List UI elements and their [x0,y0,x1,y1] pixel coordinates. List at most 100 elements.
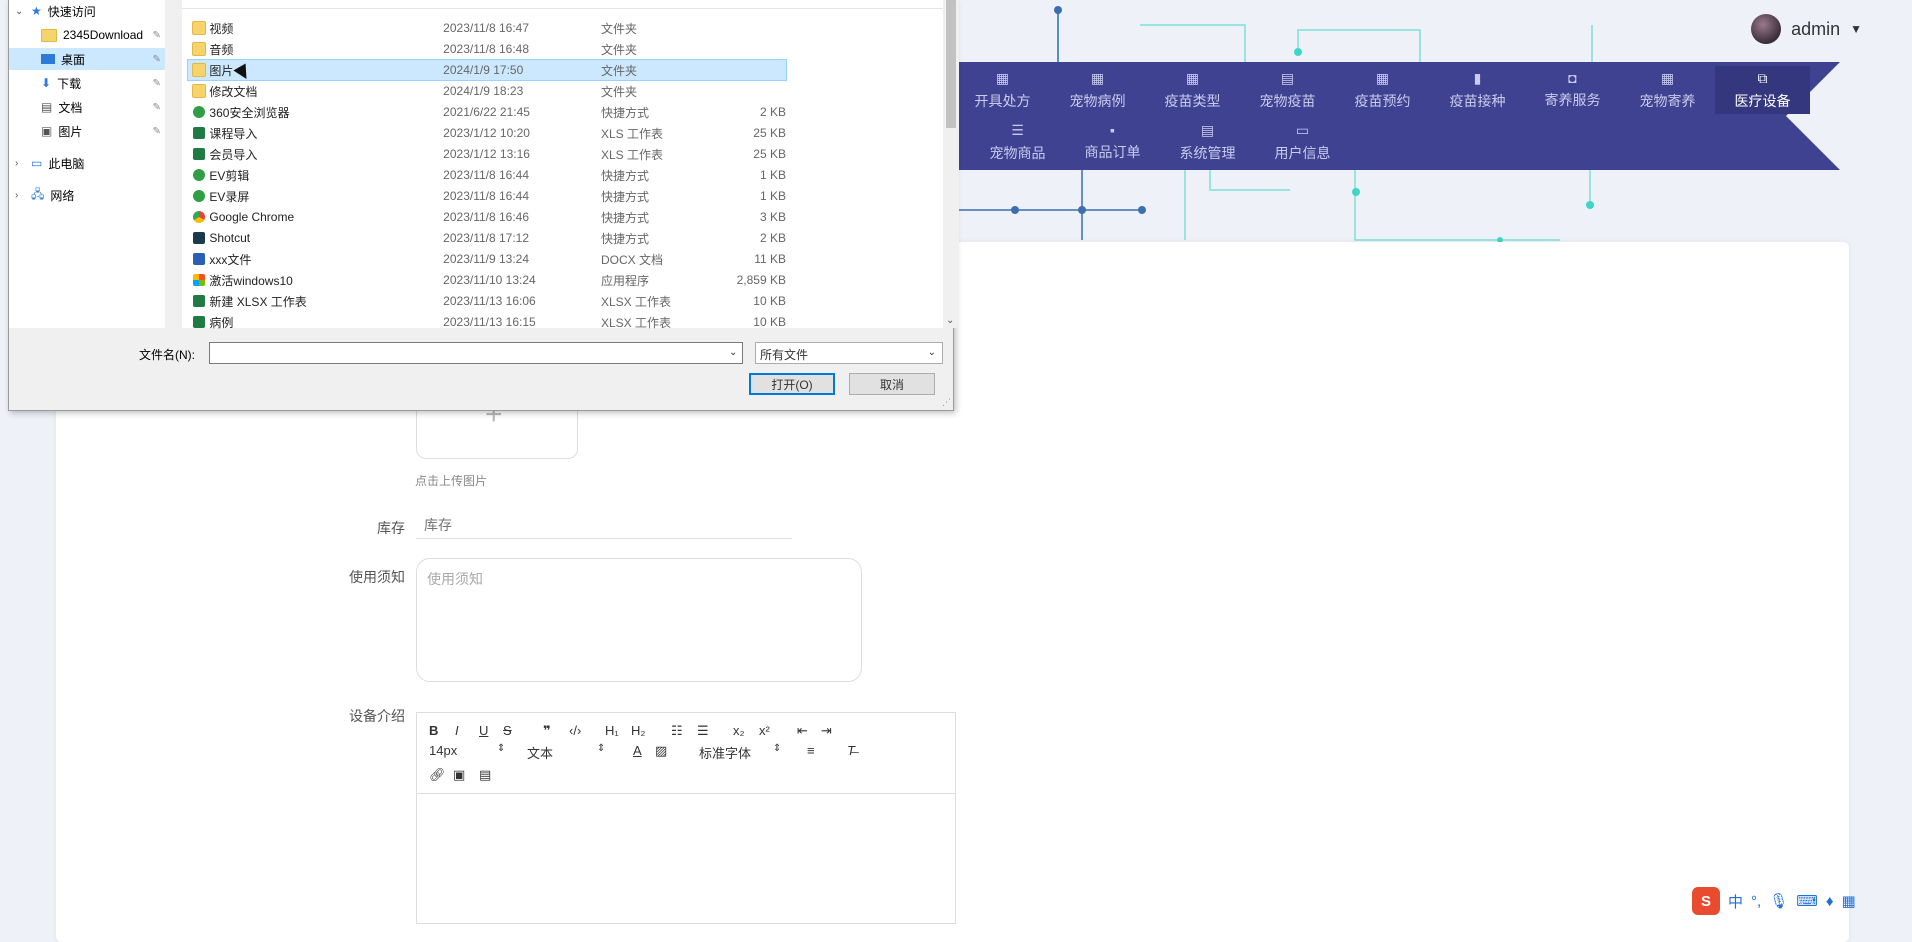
bold-icon[interactable]: B [429,723,438,738]
tree-downloads[interactable]: ⬇ 下载 ✎ [9,72,165,94]
file-size: 10 KB [753,315,786,329]
nav-item-medical-equipment[interactable]: ⧉ 医疗设备 [1715,66,1810,114]
align-icon[interactable]: ≡ [807,743,815,758]
scroll-down-icon[interactable]: ⌄ [946,315,954,326]
file-type-filter[interactable]: 所有文件 ⌄ [755,342,943,364]
font-size-select[interactable]: 14px [429,743,457,758]
pin-icon: ✎ [152,53,161,65]
file-row[interactable]: xxx文件 2023/11/9 13:24 DOCX 文档 11 KB [188,249,786,269]
scrollbar-thumb[interactable] [946,0,956,128]
ime-toolbar[interactable]: S 中 °, 🎙︎ ⌨︎ ♦ ▦ [1682,886,1912,916]
nav-item-system-management[interactable]: ▤ 系统管理 [1160,120,1255,164]
file-row[interactable]: 音频 2023/11/8 16:48 文件夹 [188,39,786,59]
tree-pictures[interactable]: ▣ 图片 ✎ [9,120,165,142]
heading1-icon[interactable]: H₁ [605,723,619,738]
outdent-icon[interactable]: ⇤ [797,723,808,739]
user-menu[interactable]: admin ▼ [1751,14,1862,44]
file-type: DOCX 文档 [600,252,663,267]
file-row[interactable]: 视频 2023/11/8 16:47 文件夹 [188,18,786,38]
nav-item-pet-products[interactable]: ☰ 宠物商品 [970,120,1065,164]
file-row[interactable]: Shotcut 2023/11/8 17:12 快捷方式 2 KB [188,228,786,248]
file-date: 2023/11/9 13:24 [443,252,530,266]
cancel-button[interactable]: 取消 [849,373,935,395]
file-type: 快捷方式 [600,189,649,204]
tree-desktop[interactable]: 桌面 ✎ [9,48,165,70]
file-size: 2,859 KB [736,273,786,287]
file-size: 1 KB [759,189,786,203]
file-row[interactable]: 图片 2024/1/9 17:50 文件夹 [187,59,787,81]
file-name: 修改文档 [209,84,258,99]
ime-mode: 中 [1728,893,1744,911]
nav-item-vaccine-booking[interactable]: ▦ 疫苗预约 [1335,66,1430,114]
quote-icon[interactable]: ❞ [543,723,551,739]
superscript-icon[interactable]: x² [759,723,770,738]
file-date: 2023/11/10 13:24 [443,273,536,287]
text-type-select[interactable]: 文本 [527,743,553,762]
file-row[interactable]: 课程导入 2023/1/12 10:20 XLS 工作表 25 KB [188,123,786,143]
file-row[interactable]: Google Chrome 2023/11/8 16:46 快捷方式 3 KB [188,207,786,227]
indent-icon[interactable]: ⇥ [821,723,832,739]
image-icon[interactable]: ▣ [453,767,465,783]
filename-input[interactable] [209,342,743,364]
file-row[interactable]: 新建 XLSX 工作表 2023/11/13 16:06 XLSX 工作表 10 KB [188,291,786,311]
folder-icon [41,28,57,42]
xls-icon [188,148,209,160]
ordered-list-icon[interactable]: ☷ [671,723,683,739]
filename-label: 文件名(N): [139,348,195,362]
file-name: 激活windows10 [209,273,293,288]
file-row[interactable]: EV录屏 2023/11/8 16:44 快捷方式 1 KB [188,186,786,206]
link-icon[interactable]: 🔗︎ [429,767,446,783]
file-row[interactable]: 会员导入 2023/1/12 13:16 XLS 工作表 25 KB [188,144,786,164]
heading2-icon[interactable]: H₂ [631,723,645,738]
code-icon[interactable]: ‹/› [569,723,581,738]
file-type: 快捷方式 [600,231,649,246]
file-row[interactable]: 病例 2023/11/13 16:15 XLSX 工作表 10 KB [188,312,786,332]
nav-item-boarding-service[interactable]: ◘ 寄养服务 [1525,66,1620,114]
rich-text-editor[interactable]: B I U S ❞ ‹/› H₁ H₂ ☷ ☰ x₂ x² ⇤ ⇥ 14px ⇕… [416,712,956,924]
tree-quick-access[interactable]: ⌄ ★ 快速访问 [9,0,165,22]
stock-input[interactable] [416,512,792,539]
subscript-icon[interactable]: x₂ [733,723,745,738]
chevron-down-icon[interactable]: ⌄ [729,347,737,358]
nav-item-pet-vaccines[interactable]: ▤ 宠物疫苗 [1240,66,1335,114]
background-color-icon[interactable]: ▨ [655,743,667,759]
document-icon: ▤ [41,100,53,114]
bullet-list-icon[interactable]: ☰ [697,723,709,739]
tree-documents[interactable]: ▤ 文档 ✎ [9,96,165,118]
video-icon[interactable]: ▤ [479,767,491,783]
tree-2345download[interactable]: 2345Download ✎ [9,24,165,46]
nav-item-prescription[interactable]: ▦ 开具处方 [955,66,1050,114]
picture-icon: ▣ [41,124,53,138]
vertical-scrollbar[interactable]: ⌄ [943,0,959,328]
bar-chart-icon: ▮ [1473,69,1482,86]
italic-icon[interactable]: I [455,723,459,738]
shortcut-icon [188,190,209,202]
nav-item-product-orders[interactable]: ▪ 商品订单 [1065,120,1160,164]
notice-textarea[interactable]: 使用须知 [416,558,862,682]
chevron-down-icon: ⌄ [15,5,24,17]
nav-item-vaccination[interactable]: ▮ 疫苗接种 [1430,66,1525,114]
file-row[interactable]: EV剪辑 2023/11/8 16:44 快捷方式 1 KB [188,165,786,185]
nav-item-pet-cases[interactable]: ▦ 宠物病例 [1050,66,1145,114]
nav-item-pet-boarding[interactable]: ▦ 宠物寄养 [1620,66,1715,114]
nav-item-vaccine-types[interactable]: ▦ 疫苗类型 [1145,66,1240,114]
font-family-select[interactable]: 标准字体 [699,743,751,762]
file-row[interactable]: 激活windows10 2023/11/10 13:24 应用程序 2,859 KB [188,270,786,290]
file-name: xxx文件 [209,252,252,267]
strikethrough-icon[interactable]: S [503,723,512,738]
clear-format-icon[interactable]: T̶ [847,743,855,758]
open-button[interactable]: 打开(O) [749,373,835,395]
nav-item-user-info[interactable]: ▭ 用户信息 [1255,120,1350,164]
tree-this-pc[interactable]: › ▭ 此电脑 [9,152,165,174]
stock-label: 库存 [377,520,405,536]
underline-icon[interactable]: U [479,723,488,738]
file-date: 2023/1/12 13:16 [443,147,530,161]
microphone-icon: 🎙︎ [1769,893,1789,910]
file-date: 2023/11/13 16:15 [443,315,536,329]
tree-network[interactable]: › 🖧 网络 [9,184,165,206]
resize-grip-icon[interactable]: ⋰ [942,397,951,408]
file-date: 2023/11/13 16:06 [443,294,536,308]
font-color-icon[interactable]: A [633,743,642,758]
file-row[interactable]: 360安全浏览器 2021/6/22 21:45 快捷方式 2 KB [188,102,786,122]
file-row[interactable]: 修改文档 2024/1/9 18:23 文件夹 [188,81,786,101]
